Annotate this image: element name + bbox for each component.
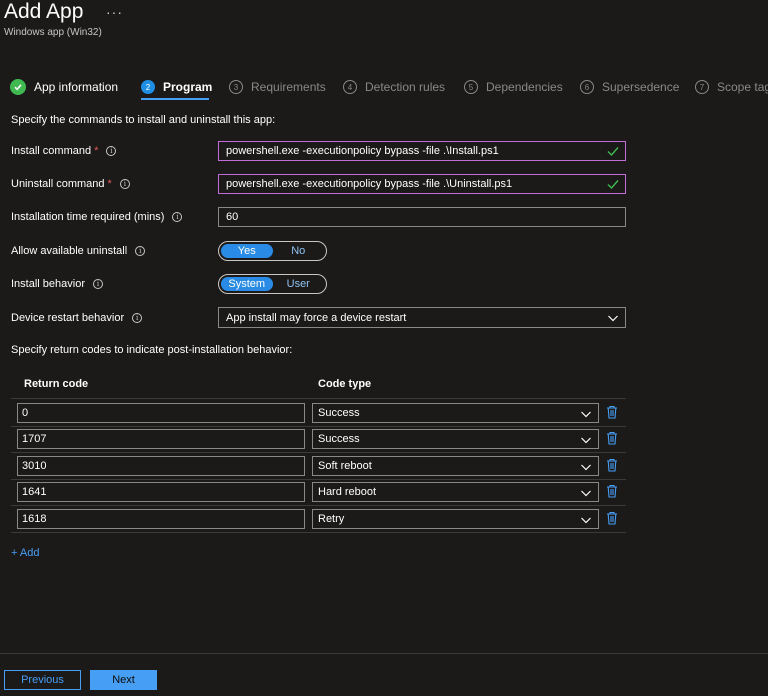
table-row: 3010 Soft reboot: [11, 454, 626, 480]
chevron-down-icon: [608, 315, 618, 322]
add-return-code-link[interactable]: + Add: [11, 547, 39, 559]
trash-icon[interactable]: [606, 405, 618, 419]
wizard-steps: App information 2 Program 3 Requirements…: [0, 76, 768, 102]
info-icon[interactable]: i: [93, 279, 103, 289]
commands-intro: Specify the commands to install and unin…: [11, 114, 276, 126]
install-behavior-toggle[interactable]: System User: [218, 274, 327, 294]
step-label: Detection rules: [365, 80, 446, 94]
step-label: Supersedence: [602, 80, 680, 94]
page-title: Add App: [4, 0, 84, 23]
checkmark-icon: [607, 147, 619, 157]
step-number: 5: [464, 80, 478, 94]
step-dependencies[interactable]: 5 Dependencies: [464, 76, 563, 98]
toggle-option-system[interactable]: System: [221, 277, 273, 291]
step-requirements[interactable]: 3 Requirements: [229, 76, 326, 98]
trash-icon[interactable]: [606, 431, 618, 445]
code-type-dropdown[interactable]: Hard reboot: [312, 482, 599, 502]
step-supersedence[interactable]: 6 Supersedence: [580, 76, 679, 98]
footer-divider: [0, 653, 768, 654]
install-time-input[interactable]: 60: [218, 207, 626, 227]
code-type-dropdown[interactable]: Retry: [312, 509, 599, 529]
required-marker: *: [107, 178, 112, 190]
info-icon[interactable]: i: [135, 246, 146, 256]
column-header-return-code: Return code: [24, 378, 89, 390]
return-codes-header: Return code Code type: [11, 377, 626, 399]
install-behavior-label: Install behavior i: [11, 278, 103, 290]
allow-uninstall-toggle[interactable]: Yes No: [218, 241, 327, 261]
step-label: Dependencies: [486, 80, 563, 94]
chevron-down-icon: [581, 437, 591, 444]
step-label: Scope tag: [717, 80, 768, 94]
uninstall-command-label: Uninstall command * i: [11, 178, 130, 190]
return-code-input[interactable]: 1641: [17, 482, 305, 502]
restart-behavior-label: Device restart behavior i: [11, 312, 143, 324]
next-button[interactable]: Next: [90, 670, 157, 690]
toggle-option-user[interactable]: User: [273, 277, 325, 291]
toggle-option-yes[interactable]: Yes: [221, 244, 273, 258]
chevron-down-icon: [581, 517, 591, 524]
more-options-icon[interactable]: ···: [106, 4, 123, 20]
step-label: App information: [34, 80, 119, 94]
table-row: 1641 Hard reboot: [11, 480, 626, 506]
restart-behavior-dropdown[interactable]: App install may force a device restart: [218, 307, 626, 328]
install-command-label: Install command * i: [11, 145, 117, 157]
step-number: 4: [343, 80, 357, 94]
checkmark-circle-icon: [10, 79, 26, 95]
return-code-input[interactable]: 1618: [17, 509, 305, 529]
step-detection-rules[interactable]: 4 Detection rules: [343, 76, 445, 98]
return-codes-intro: Specify return codes to indicate post-in…: [11, 344, 293, 356]
step-number: 7: [695, 80, 709, 94]
trash-icon[interactable]: [606, 458, 618, 472]
step-app-information[interactable]: App information: [10, 76, 118, 98]
info-icon[interactable]: i: [119, 179, 130, 189]
return-code-input[interactable]: 3010: [17, 456, 305, 476]
table-row: 1707 Success: [11, 427, 626, 453]
code-type-dropdown[interactable]: Success: [312, 429, 599, 449]
checkmark-icon: [607, 180, 619, 190]
install-command-input[interactable]: powershell.exe -executionpolicy bypass -…: [218, 141, 626, 161]
info-icon[interactable]: i: [172, 212, 183, 222]
uninstall-command-input[interactable]: powershell.exe -executionpolicy bypass -…: [218, 174, 626, 194]
table-row: 1618 Retry: [11, 507, 626, 533]
step-number: 6: [580, 80, 594, 94]
previous-button[interactable]: Previous: [4, 670, 81, 690]
step-label: Requirements: [251, 80, 326, 94]
step-number: 2: [141, 80, 155, 94]
info-icon[interactable]: i: [106, 146, 117, 156]
code-type-dropdown[interactable]: Soft reboot: [312, 456, 599, 476]
column-header-code-type: Code type: [318, 378, 372, 390]
return-code-input[interactable]: 0: [17, 403, 305, 423]
step-scope-tags[interactable]: 7 Scope tag: [695, 76, 768, 98]
step-label: Program: [163, 80, 213, 94]
chevron-down-icon: [581, 411, 591, 418]
allow-uninstall-label: Allow available uninstall i: [11, 245, 146, 257]
install-time-label: Installation time required (mins) i: [11, 211, 183, 223]
chevron-down-icon: [581, 464, 591, 471]
return-code-input[interactable]: 1707: [17, 429, 305, 449]
code-type-dropdown[interactable]: Success: [312, 403, 599, 423]
trash-icon[interactable]: [606, 511, 618, 525]
page-subtitle: Windows app (Win32): [4, 27, 102, 38]
step-number: 3: [229, 80, 243, 94]
info-icon[interactable]: i: [132, 313, 143, 323]
trash-icon[interactable]: [606, 484, 618, 498]
chevron-down-icon: [581, 490, 591, 497]
step-program[interactable]: 2 Program: [141, 76, 212, 98]
required-marker: *: [94, 145, 99, 157]
table-row: 0 Success: [11, 401, 626, 427]
toggle-option-no[interactable]: No: [273, 244, 325, 258]
active-step-indicator: [141, 98, 209, 100]
